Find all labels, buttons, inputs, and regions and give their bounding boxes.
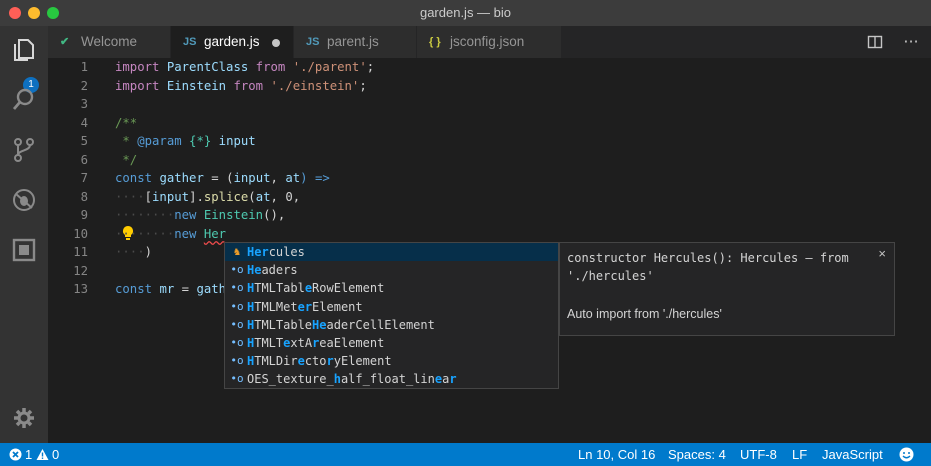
tab-label: jsconfig.json [450,34,525,49]
unsaved-dot-icon[interactable] [272,39,280,47]
debug-icon[interactable] [10,186,38,214]
activity-bar: 1 [0,26,48,443]
suggestion-label: Hercules [247,245,305,259]
suggestion-list: ♞ Hercules •o Headers •o HTMLTableRowElement •… [224,242,559,389]
variable-icon: •o [230,336,244,349]
gear-icon[interactable] [10,404,38,432]
line-number: 11 [73,245,88,259]
variable-icon: •o [230,354,244,368]
js-file-icon: JS [183,36,197,48]
editor-tab-bar: ✔ Welcome JS garden.js JS parent.js { } … [48,26,931,58]
line-number: 6 [80,152,88,167]
suggestion-item[interactable]: ♞ Hercules [225,243,558,261]
encoding[interactable]: UTF-8 [740,443,777,466]
explorer-icon[interactable] [10,36,38,64]
suggestion-label: HTMLDirectoryElement [247,354,392,369]
line-number: 8 [80,189,88,204]
line-number: 1 [80,60,88,74]
suggestion-item[interactable]: •o Headers [225,261,558,279]
variable-icon: •o [230,372,244,386]
line-number: 12 [73,263,88,278]
close-details-button[interactable]: × [878,246,886,261]
title-bar: garden.js — bio [0,0,931,26]
suggestion-item[interactable]: •o OES_texture_half_float_linear [225,370,558,388]
signature-text: constructor Hercules(): Hercules – from … [567,251,849,283]
suggestion-item[interactable]: •o HTMLTableHeaderCellElement [225,316,558,334]
suggestion-label: HTMLMeterElement [247,299,363,314]
warning-count[interactable]: 0 [52,443,59,466]
auto-import-doc: Auto import from './hercules' [567,307,722,321]
suggestion-label: OES_texture_half_float_linear [247,372,457,387]
line-number: 4 [80,115,88,130]
variable-icon: •o [230,299,244,313]
tab-parent-js[interactable]: JS parent.js [294,26,417,58]
code-line-5: * @param {*} input [115,134,256,148]
code-line-11: ····) [115,245,153,259]
line-number: 7 [80,171,88,185]
smiley-feedback-icon[interactable] [899,447,914,462]
tab-jsconfig-json[interactable]: { } jsconfig.json [417,26,562,58]
line-number: 13 [73,282,88,296]
variable-icon: •o [230,263,244,277]
suggestion-item[interactable]: •o HTMLTableRowElement [225,279,558,297]
cursor-position[interactable]: Ln 10, Col 16 [578,443,655,466]
code-line-8: ····[input].splice(at, 0, [115,189,301,204]
code-line-7: const gather = (input, at) => [115,171,330,185]
code-line-13: const mr = gath [115,282,227,296]
suggestion-details: constructor Hercules(): Hercules – from … [559,242,895,336]
tab-garden-js[interactable]: JS garden.js [171,26,294,58]
error-icon[interactable] [9,448,22,461]
code-line-6: */ [115,152,138,167]
class-icon: ♞ [233,245,241,258]
code-line-2: import Einstein from './einstein'; [115,78,367,93]
split-editor-icon[interactable] [867,34,883,50]
tab-label: Welcome [81,34,138,49]
end-of-line[interactable]: LF [792,443,807,466]
error-count[interactable]: 1 [25,443,32,466]
code-line-1: import ParentClass from './parent'; [115,60,375,74]
suggestion-item[interactable]: •o HTMLTextAreaElement [225,334,558,352]
variable-icon: •o [230,317,244,331]
vscode-welcome-icon: ✔ [60,36,70,48]
language-mode[interactable]: JavaScript [822,443,883,466]
line-number: 5 [80,134,88,148]
json-file-icon: { } [429,36,441,48]
suggestion-label: Headers [247,263,298,278]
extensions-icon[interactable] [10,236,38,264]
suggestion-item[interactable]: •o HTMLDirectoryElement [225,352,558,370]
suggestion-label: HTMLTableRowElement [247,281,385,296]
line-number: 10 [73,226,88,241]
code-line-10: ········new Her [115,226,227,241]
tab-label: garden.js [204,34,260,49]
indentation[interactable]: Spaces: 4 [668,443,726,466]
suggestion-label: HTMLTextAreaElement [247,336,385,350]
variable-icon: •o [230,281,244,295]
more-actions-button[interactable]: ··· [899,26,923,58]
code-line-4: /** [115,115,138,130]
line-number: 2 [80,78,88,93]
suggestion-label: HTMLTableHeaderCellElement [247,317,435,332]
js-file-icon: JS [306,36,320,48]
vscode-window: garden.js — bio 1 ✔ Welcome JS garden.js… [0,0,931,466]
line-number: 3 [80,97,88,111]
line-number: 9 [80,208,88,222]
tab-label: parent.js [327,34,379,49]
tab-welcome[interactable]: ✔ Welcome [48,26,171,58]
suggestion-item[interactable]: •o HTMLMeterElement [225,298,558,316]
search-icon[interactable] [10,86,38,114]
window-title: garden.js — bio [419,5,512,20]
source-control-icon[interactable] [10,136,38,164]
code-line-9: ········new Einstein(), [115,208,286,222]
warning-icon[interactable] [36,448,49,461]
status-bar: 1 0 Ln 10, Col 16 Spaces: 4 UTF-8 LF Jav… [0,443,931,466]
